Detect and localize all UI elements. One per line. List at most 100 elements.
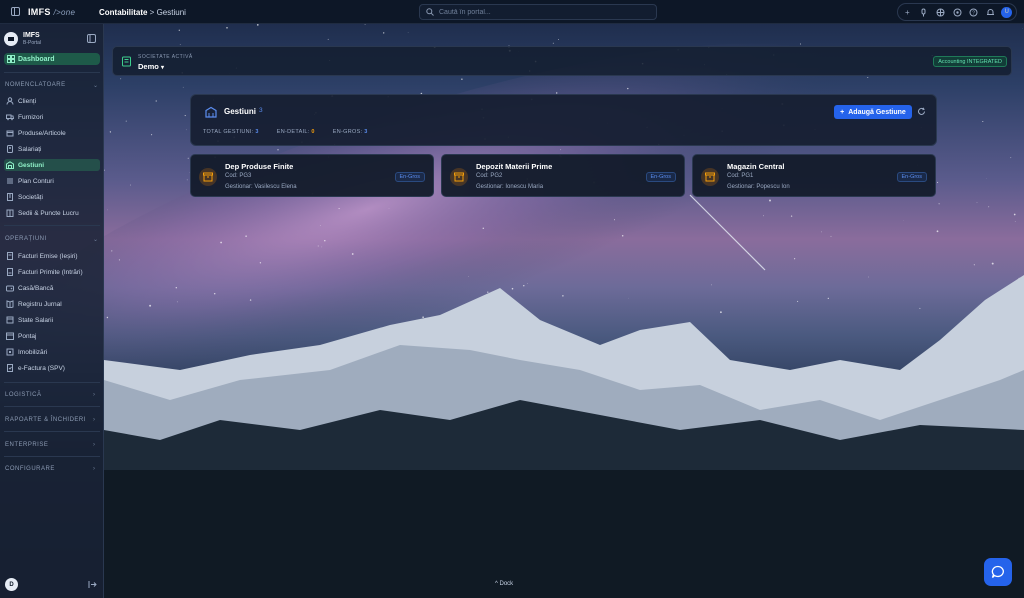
apps-icon[interactable] [935,7,946,18]
package-icon [701,168,719,186]
sidebar-item-sedii[interactable]: Sedii & Puncte Lucru [4,207,100,219]
breadcrumb-section[interactable]: Contabilitate [99,8,147,17]
sidebar-item-gestiuni[interactable]: Gestiuni [4,159,100,171]
app-logo[interactable]: IMFS />one [28,7,75,17]
users-icon [6,97,14,105]
sidebar-item-label: Societăți [18,193,43,201]
divider [4,382,100,383]
cloud-icon [6,364,14,372]
sidebar-item-label: Furnizori [18,113,44,121]
sidebar-item-label: Sedii & Puncte Lucru [18,209,79,217]
gestiune-code: Cod: PG2 [476,173,503,179]
logout-icon[interactable] [88,580,97,589]
org-name: IMFS [23,32,40,39]
sidebar-item-label: Plan Conturi [18,177,54,185]
gestiuni-header-panel: Gestiuni 3 TOTAL GESTIUNI: 3 EN-DETAIL: … [190,94,937,146]
gestiune-code: Cod: PG1 [727,173,754,179]
asset-icon [6,348,14,356]
active-company-label: SOCIETATE ACTIVĂ [138,54,193,60]
search-icon [426,8,434,16]
divider [4,225,100,226]
section-label: RAPOARTE & ÎNCHIDERI [5,417,86,423]
chevron-down-icon: ⌄ [93,83,99,89]
sidebar-item-dashboard[interactable]: Dashboard [4,53,100,65]
invoice-out-icon [6,252,14,260]
chat-icon [991,565,1005,579]
chevron-down-icon: ▾ [160,65,164,71]
gestiune-manager: Gestionar: Vasilescu Elena [225,184,297,190]
chevron-up-icon: ^ [495,581,498,587]
section-operatiuni[interactable]: OPERAȚIUNI ⌄ [5,236,98,243]
section-configurare[interactable]: CONFIGURARE › [5,466,95,472]
sidebar-item-imobilizari[interactable]: Imobilizări [4,346,100,358]
sidebar-item-pontaj[interactable]: Pontaj [4,330,100,342]
sidebar-item-label: State Salarii [18,316,54,324]
section-label: LOGISTICĂ [5,392,42,398]
stat-en-gros: EN-GROS: 3 [332,129,368,135]
sidebar-item-label: Casă/Bancă [18,284,54,292]
sidebar-item-facturi-primite[interactable]: Facturi Primite (Intrări) [4,266,100,278]
sidebar-item-facturi-emise[interactable]: Facturi Emise (Ieșiri) [4,250,100,262]
sidebar-item-label: Salariați [18,145,42,153]
sidebar-item-registru-jurnal[interactable]: Registru Jurnal [4,298,100,310]
gestiune-name: Depozit Materii Prime [476,162,553,171]
gestiune-card[interactable]: Dep Produse Finite Cod: PG3 Gestionar: V… [190,154,434,197]
sidebar-item-societati[interactable]: Societăți [4,191,100,203]
add-gestiune-button[interactable]: + Adaugă Gestiune [834,105,912,119]
list-icon [6,177,14,185]
sidebar-item-produse[interactable]: Produse/Articole [4,127,100,139]
section-label: OPERAȚIUNI [5,236,47,242]
sidebar-item-plan-conturi[interactable]: Plan Conturi [4,175,100,187]
sidebar-item-label: Facturi Primite (Intrări) [18,268,83,276]
gestiune-manager: Gestionar: Ionescu Maria [476,184,544,190]
section-nomenclatoare[interactable]: NOMENCLATOARE ⌄ [5,82,98,89]
section-label: ENTERPRISE [5,442,49,448]
user-avatar[interactable]: U [1001,6,1013,18]
sidebar-item-casa-banca[interactable]: Casă/Bancă [4,282,100,294]
package-icon [199,168,217,186]
sidebar-toggle-icon[interactable] [11,7,20,16]
stat-total: TOTAL GESTIUNI: 3 [203,129,259,135]
microphone-icon[interactable] [919,7,930,18]
bell-icon[interactable] [985,7,996,18]
chevron-right-icon: › [93,442,96,448]
stat-label: EN-GROS [332,129,361,135]
plus-icon[interactable]: + [902,7,913,18]
breadcrumb-page: Gestiuni [156,8,186,17]
svg-text:?: ? [972,10,975,16]
user-footer-avatar[interactable]: D [5,578,18,591]
search-input[interactable] [439,8,639,16]
sidebar-item-label: Imobilizări [18,348,48,356]
breadcrumb: Contabilitate > Gestiuni [99,8,186,17]
page-title: Gestiuni [224,107,257,116]
org-header[interactable]: IMFS B-Portal [4,28,100,50]
collapse-sidebar-icon[interactable] [87,34,96,43]
company-selector[interactable]: Demo ▾ [138,62,164,71]
sidebar-item-label: Gestiuni [18,161,45,169]
refresh-icon[interactable] [917,107,926,116]
sidebar-item-furnizori[interactable]: Furnizori [4,111,100,123]
help-icon[interactable]: ? [968,7,979,18]
top-bar: IMFS />one Contabilitate > Gestiuni + ? … [0,0,1024,24]
sidebar-item-salariati[interactable]: Salariați [4,143,100,155]
section-enterprise[interactable]: ENTERPRISE › [5,442,95,448]
gestiune-card[interactable]: Depozit Materii Prime Cod: PG2 Gestionar… [441,154,685,197]
clock-icon [6,332,14,340]
sidebar-item-clienti[interactable]: Clienți [4,95,100,107]
sidebar-item-state-salarii[interactable]: State Salarii [4,314,100,326]
active-company-bar: SOCIETATE ACTIVĂ Demo ▾ Accounting INTEG… [112,46,1012,76]
dashboard-label: Dashboard [18,55,55,63]
plus-icon: + [840,108,845,116]
section-logistica[interactable]: LOGISTICĂ › [5,392,95,398]
stat-label: EN-DETAIL [276,129,308,135]
search-box[interactable] [419,4,657,20]
dock-toggle[interactable]: ^ Dock [495,581,513,587]
section-rapoarte[interactable]: RAPOARTE & ÎNCHIDERI › [5,417,95,423]
divider [4,72,100,73]
chat-button[interactable] [984,558,1012,586]
sidebar-item-efactura[interactable]: e-Factura (SPV) [4,362,100,374]
gestiune-card[interactable]: Magazin Central Cod: PG1 Gestionar: Pope… [692,154,936,197]
settings-icon[interactable] [952,7,963,18]
gestiune-name: Dep Produse Finite [225,162,294,171]
gestiuni-stats: TOTAL GESTIUNI: 3 EN-DETAIL: 0 EN-GROS: … [203,129,368,135]
